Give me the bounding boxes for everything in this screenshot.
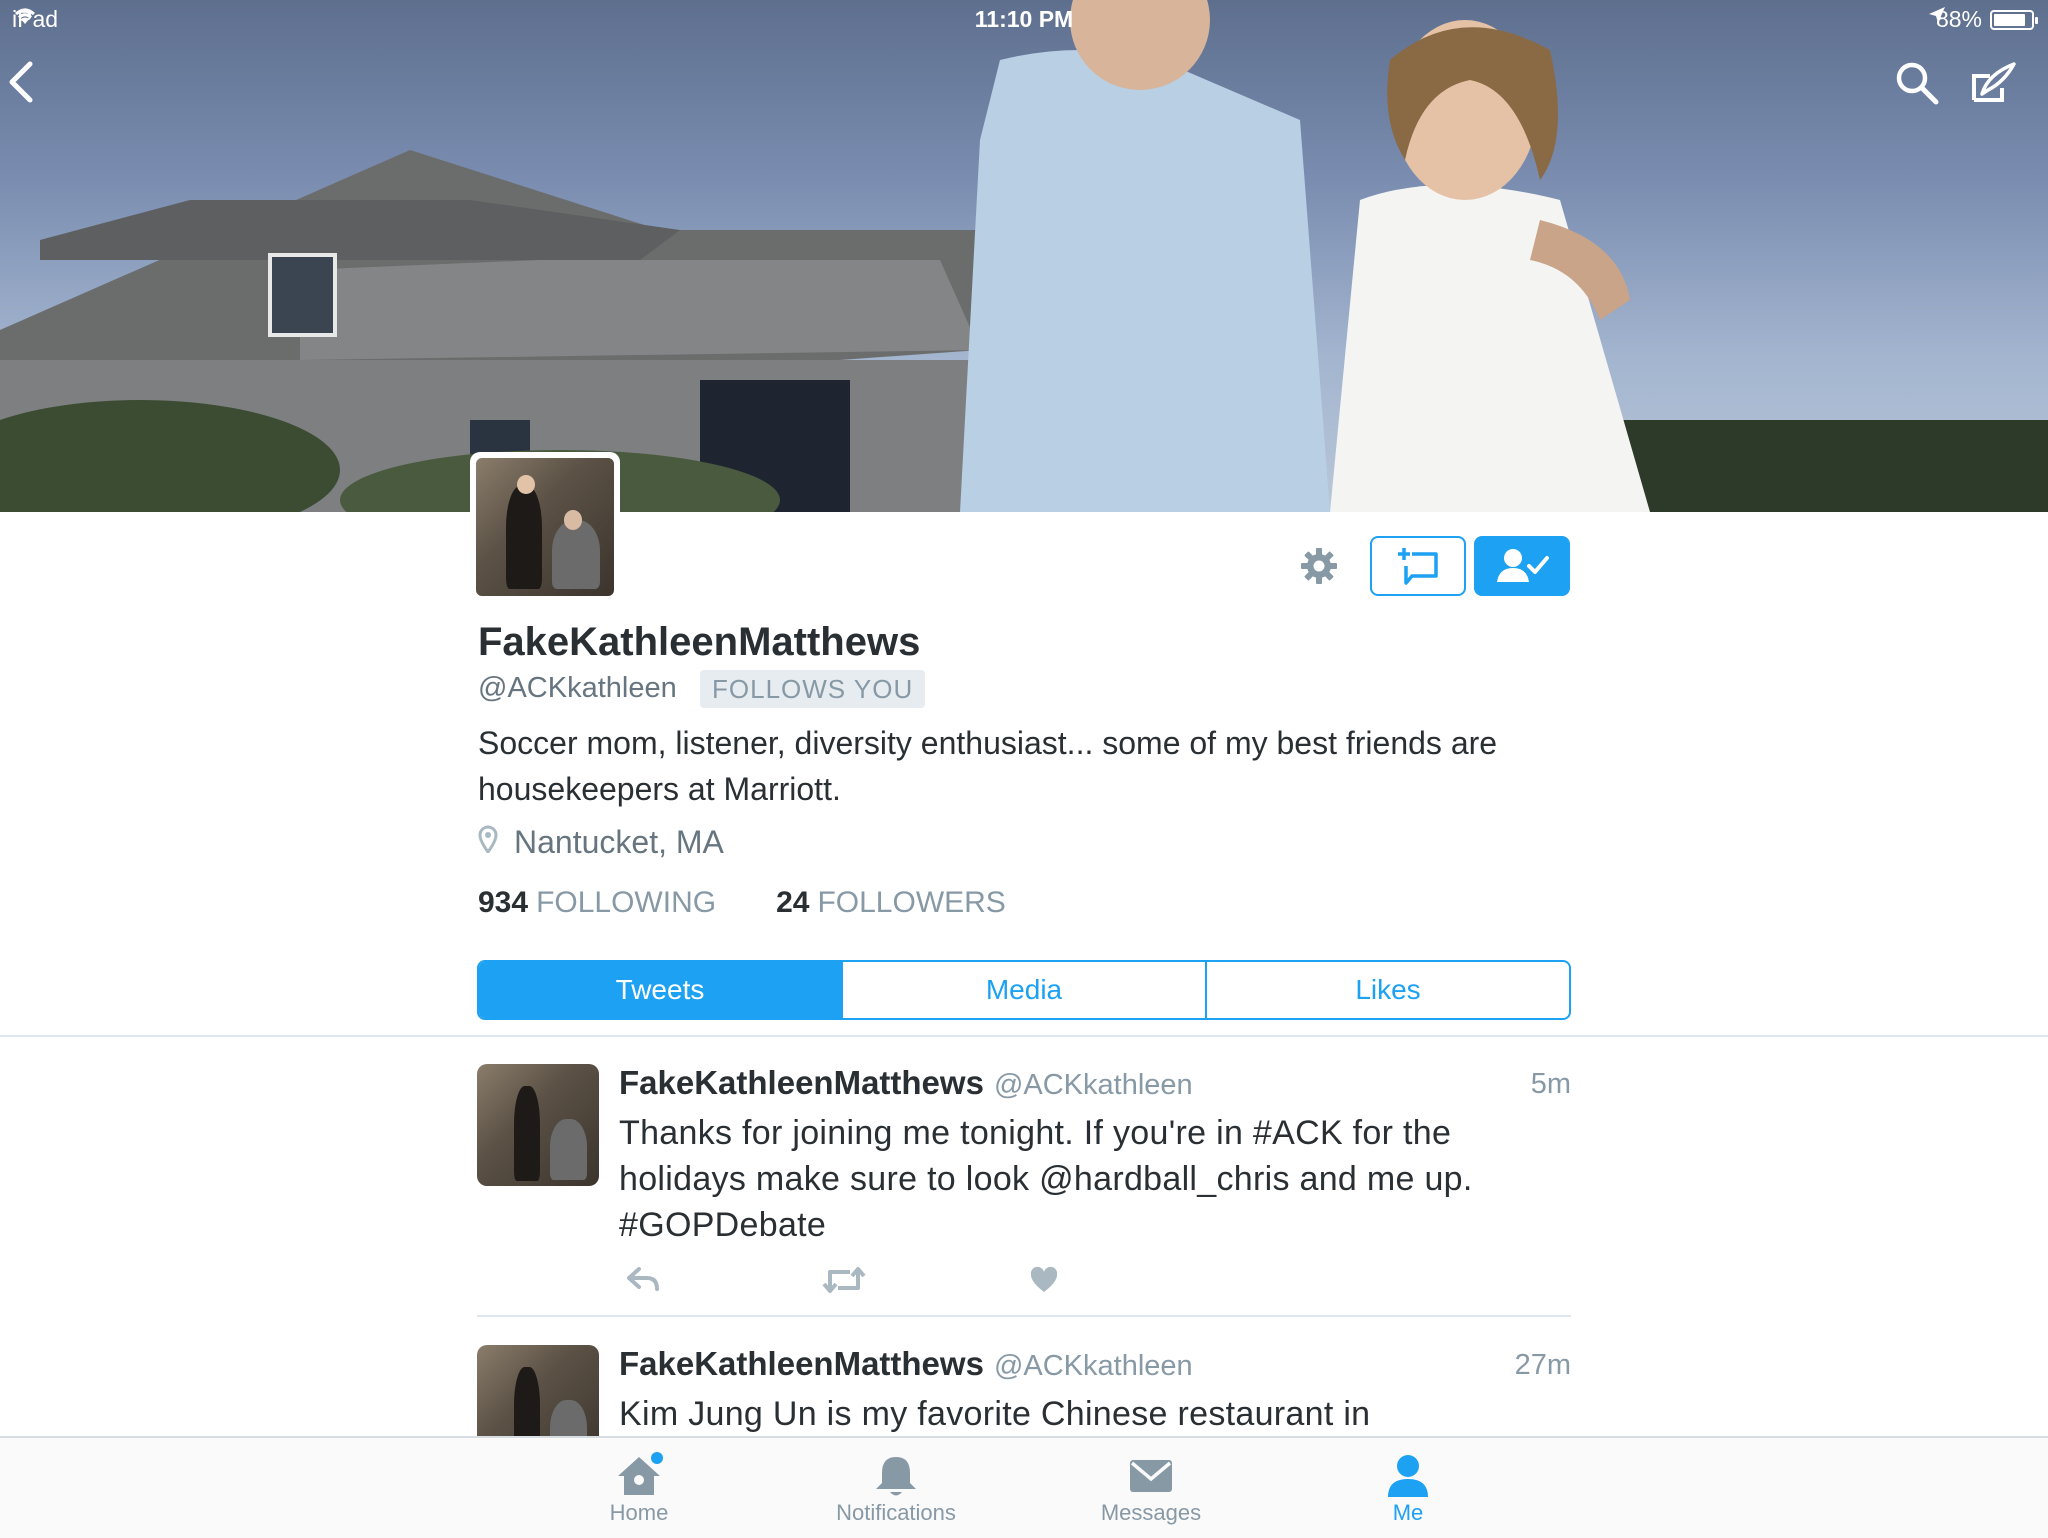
followers-label: FOLLOWERS <box>817 886 1006 919</box>
location-text: Nantucket, MA <box>514 824 724 860</box>
tweet-author-name: FakeKathleenMatthews <box>619 1064 984 1101</box>
profile-handle: @ACKkathleen <box>478 672 677 704</box>
status-bar: iPad 11:10 PM 88% <box>0 0 2048 40</box>
tab-tweets[interactable]: Tweets <box>479 962 841 1018</box>
tweet-divider <box>477 1315 1571 1317</box>
tweet-item[interactable]: FakeKathleenMatthews @ACKkathleen 5m Tha… <box>477 1064 1571 1304</box>
tabbar-notifications[interactable]: Notifications <box>796 1452 996 1526</box>
battery-icon <box>1990 9 2038 30</box>
person-icon <box>1388 1455 1428 1497</box>
following-label: FOLLOWING <box>536 886 717 919</box>
message-add-icon <box>1398 548 1438 585</box>
home-notification-dot <box>651 1452 663 1464</box>
profile-banner: iPad 11:10 PM 88% <box>0 0 2048 512</box>
tweet-avatar[interactable] <box>477 1345 599 1436</box>
tweet-author-name: FakeKathleenMatthews <box>619 1345 984 1382</box>
section-divider <box>0 1035 2048 1037</box>
banner-image <box>0 0 2048 512</box>
follows-you-badge: FOLLOWS YOU <box>700 670 926 708</box>
tabbar-home[interactable]: Home <box>539 1452 739 1526</box>
tabbar-me-label: Me <box>1392 1500 1424 1525</box>
tweet-timestamp: 27m <box>1514 1349 1571 1381</box>
person-check-icon <box>1497 549 1549 582</box>
envelope-icon <box>1130 1460 1172 1492</box>
tweet-actions <box>619 1260 1069 1300</box>
direct-message-button[interactable] <box>1370 536 1466 596</box>
compose-icon[interactable] <box>1970 60 2022 112</box>
tweet-item[interactable]: FakeKathleenMatthews @ACKkathleen 27m Ki… <box>477 1345 1571 1436</box>
tabbar-me[interactable]: Me <box>1308 1452 1508 1526</box>
profile-display-name: FakeKathleenMatthews <box>478 620 921 664</box>
followers-stat[interactable]: 24 FOLLOWERS <box>776 886 1006 920</box>
bottom-tab-bar: Home Notifications Messages Me <box>0 1436 2048 1538</box>
settings-gear-button[interactable] <box>1295 542 1343 590</box>
tweet-avatar[interactable] <box>477 1064 599 1186</box>
location-pin-icon <box>478 824 498 861</box>
status-time: 11:10 PM <box>974 6 1074 32</box>
tweet-author-handle: @ACKkathleen <box>993 1069 1193 1101</box>
followers-count: 24 <box>776 886 810 919</box>
tab-media[interactable]: Media <box>841 962 1205 1018</box>
tweet-timestamp: 5m <box>1530 1068 1571 1100</box>
reply-icon[interactable] <box>619 1260 669 1300</box>
tweet-text: Kim Jung Un is my favorite Chinese resta… <box>619 1395 1371 1433</box>
tabbar-messages-label: Messages <box>1100 1500 1202 1525</box>
profile-stats: 934 FOLLOWING 24 FOLLOWERS <box>478 886 1006 920</box>
tweet-author-handle: @ACKkathleen <box>993 1350 1193 1382</box>
tab-likes[interactable]: Likes <box>1205 962 1569 1018</box>
back-icon[interactable] <box>6 60 58 112</box>
retweet-icon[interactable] <box>819 1260 869 1300</box>
tweet-text: Thanks for joining me tonight. If you're… <box>619 1114 1473 1244</box>
profile-location: Nantucket, MA <box>478 824 724 861</box>
tabbar-notifications-label: Notifications <box>836 1500 956 1525</box>
following-button[interactable] <box>1474 536 1570 596</box>
profile-bio: Soccer mom, listener, diversity enthusia… <box>478 725 1498 807</box>
bell-icon <box>876 1457 916 1496</box>
profile-tabs: Tweets Media Likes <box>477 960 1571 1020</box>
profile-avatar[interactable] <box>470 452 620 602</box>
gear-icon <box>1301 548 1337 584</box>
tabbar-messages[interactable]: Messages <box>1051 1452 1251 1526</box>
tabbar-home-label: Home <box>609 1500 669 1525</box>
like-heart-icon[interactable] <box>1019 1260 1069 1300</box>
avatar-image <box>476 458 614 596</box>
search-icon[interactable] <box>1894 60 1946 112</box>
following-stat[interactable]: 934 FOLLOWING <box>478 886 716 920</box>
following-count: 934 <box>478 886 529 919</box>
